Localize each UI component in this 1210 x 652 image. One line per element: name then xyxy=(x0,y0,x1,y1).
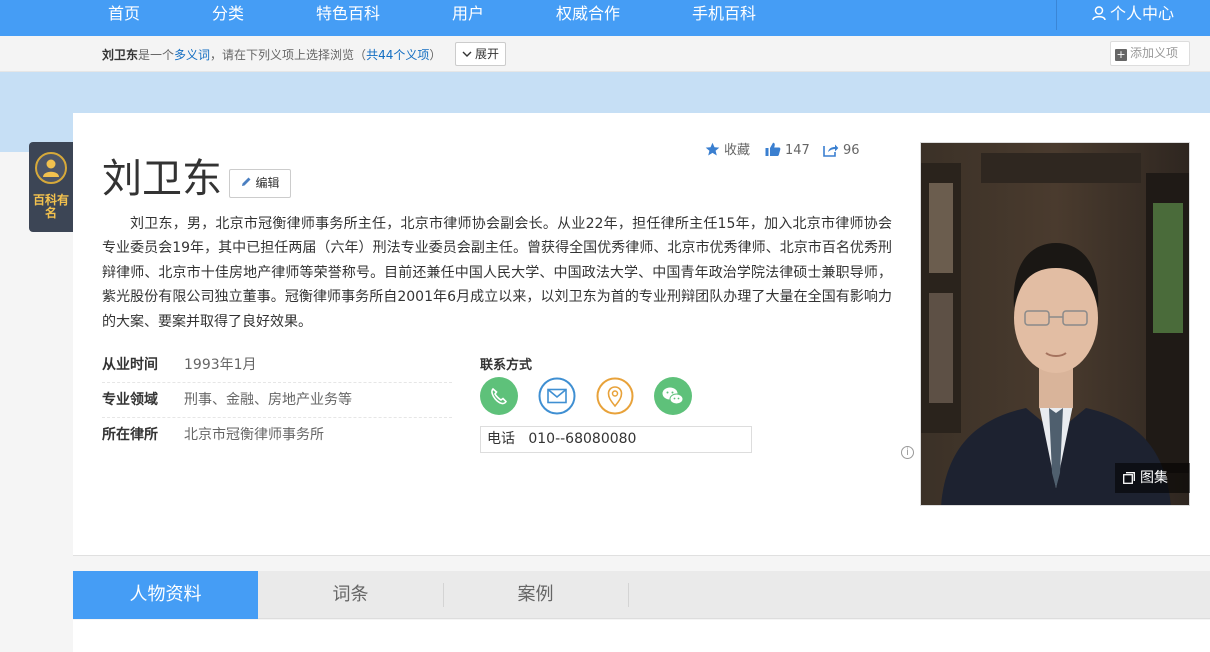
edit-button[interactable]: 编辑 xyxy=(229,169,291,198)
share-icon xyxy=(823,144,839,157)
email-contact-button[interactable] xyxy=(538,377,576,415)
polysemy-text: 刘卫东是一个多义词，请在下列义项上选择浏览（共44个义项） xyxy=(102,46,441,63)
phone-number: 010--68080080 xyxy=(528,431,637,447)
info-value: 1993年1月 xyxy=(184,357,257,373)
polysemy-name: 刘卫东 xyxy=(102,48,139,62)
content-area xyxy=(73,620,1210,652)
info-value: 刑事、金融、房地产业务等 xyxy=(184,392,352,408)
phone-icon xyxy=(480,377,518,415)
edit-label: 编辑 xyxy=(255,176,280,190)
info-value: 北京市冠衡律师事务所 xyxy=(184,427,324,443)
tab-profile[interactable]: 人物资料 xyxy=(73,571,258,619)
tab-entries[interactable]: 词条 xyxy=(258,571,443,619)
badge-ring xyxy=(35,152,67,184)
nav-users[interactable]: 用户 xyxy=(452,0,484,36)
senses-count-link[interactable]: 共44个义项 xyxy=(366,48,429,62)
plus-icon: + xyxy=(1115,48,1127,61)
nav-category[interactable]: 分类 xyxy=(212,0,244,36)
info-key: 专业领域 xyxy=(102,392,158,408)
thumbs-up-icon xyxy=(765,142,781,156)
info-row-specialty: 专业领域 刑事、金融、房地产业务等 xyxy=(102,383,452,418)
location-contact-button[interactable] xyxy=(596,377,634,415)
tab-separator xyxy=(628,583,629,607)
chevron-down-icon xyxy=(462,51,472,57)
like-button[interactable]: 147 xyxy=(765,142,810,160)
info-icon[interactable]: i xyxy=(901,446,914,459)
info-key: 从业时间 xyxy=(102,357,158,373)
phone-display: 电话 010--68080080 xyxy=(480,426,752,453)
badge-label: 百科有名 xyxy=(32,193,69,220)
tab-cases[interactable]: 案例 xyxy=(443,571,628,619)
wechat-icon xyxy=(654,377,692,415)
polysemy-text-b: ，请在下列义项上选择浏览（ xyxy=(210,48,367,62)
nav-home[interactable]: 首页 xyxy=(108,0,140,36)
info-key: 所在律所 xyxy=(102,427,158,443)
user-center-label: 个人中心 xyxy=(1110,4,1175,23)
user-icon xyxy=(1092,6,1106,21)
add-sense-label: 添加义项 xyxy=(1130,46,1179,60)
info-row-law-firm: 所在律所 北京市冠衡律师事务所 xyxy=(102,418,452,453)
add-sense-button[interactable]: + 添加义项 xyxy=(1110,41,1190,66)
contact-title: 联系方式 xyxy=(480,358,533,373)
polysemy-link[interactable]: 多义词 xyxy=(174,48,210,62)
page-title: 刘卫东 xyxy=(102,156,222,202)
nav-divider xyxy=(1056,0,1057,30)
expand-label: 展开 xyxy=(474,47,499,61)
phone-contact-button[interactable] xyxy=(480,377,518,415)
info-row-practice-since: 从业时间 1993年1月 xyxy=(102,348,452,383)
nav-featured[interactable]: 特色百科 xyxy=(316,0,380,36)
polysemy-text-c: ） xyxy=(429,48,442,62)
basic-info-list: 从业时间 1993年1月 专业领域 刑事、金融、房地产业务等 所在律所 北京市冠… xyxy=(102,348,452,453)
polysemy-bar: 刘卫东是一个多义词，请在下列义项上选择浏览（共44个义项） 展开 + 添加义项 xyxy=(0,36,1210,72)
polysemy-text-a: 是一个 xyxy=(138,48,175,62)
star-icon xyxy=(705,142,720,156)
share-count: 96 xyxy=(843,143,860,158)
share-button[interactable]: 96 xyxy=(823,142,860,160)
top-nav: 首页 分类 特色百科 用户 权威合作 手机百科 个人中心 xyxy=(0,0,1210,36)
entry-summary: 刘卫东，男，北京市冠衡律师事务所主任，北京市律师协会副会长。从业22年，担任律所… xyxy=(102,216,892,330)
collect-label: 收藏 xyxy=(724,143,751,158)
gallery-button[interactable]: 图集 xyxy=(1115,463,1190,493)
user-center-link[interactable]: 个人中心 xyxy=(1092,0,1174,36)
phone-label: 电话 xyxy=(487,431,515,447)
wechat-contact-button[interactable] xyxy=(654,377,692,415)
location-pin-icon xyxy=(596,377,634,415)
like-count: 147 xyxy=(785,143,810,158)
collect-button[interactable]: 收藏 xyxy=(705,142,750,160)
pencil-icon xyxy=(242,177,251,186)
gallery-label: 图集 xyxy=(1140,470,1168,486)
expand-button[interactable]: 展开 xyxy=(455,42,506,66)
person-icon xyxy=(43,159,59,177)
baike-famous-badge[interactable]: 百科有名 xyxy=(29,142,73,232)
gallery-icon xyxy=(1123,472,1135,484)
portrait-photo[interactable] xyxy=(920,142,1190,506)
nav-partners[interactable]: 权威合作 xyxy=(556,0,620,36)
nav-mobile[interactable]: 手机百科 xyxy=(692,0,756,36)
mail-icon xyxy=(538,377,576,415)
tab-bar: 人物资料 词条 案例 xyxy=(73,571,1210,619)
